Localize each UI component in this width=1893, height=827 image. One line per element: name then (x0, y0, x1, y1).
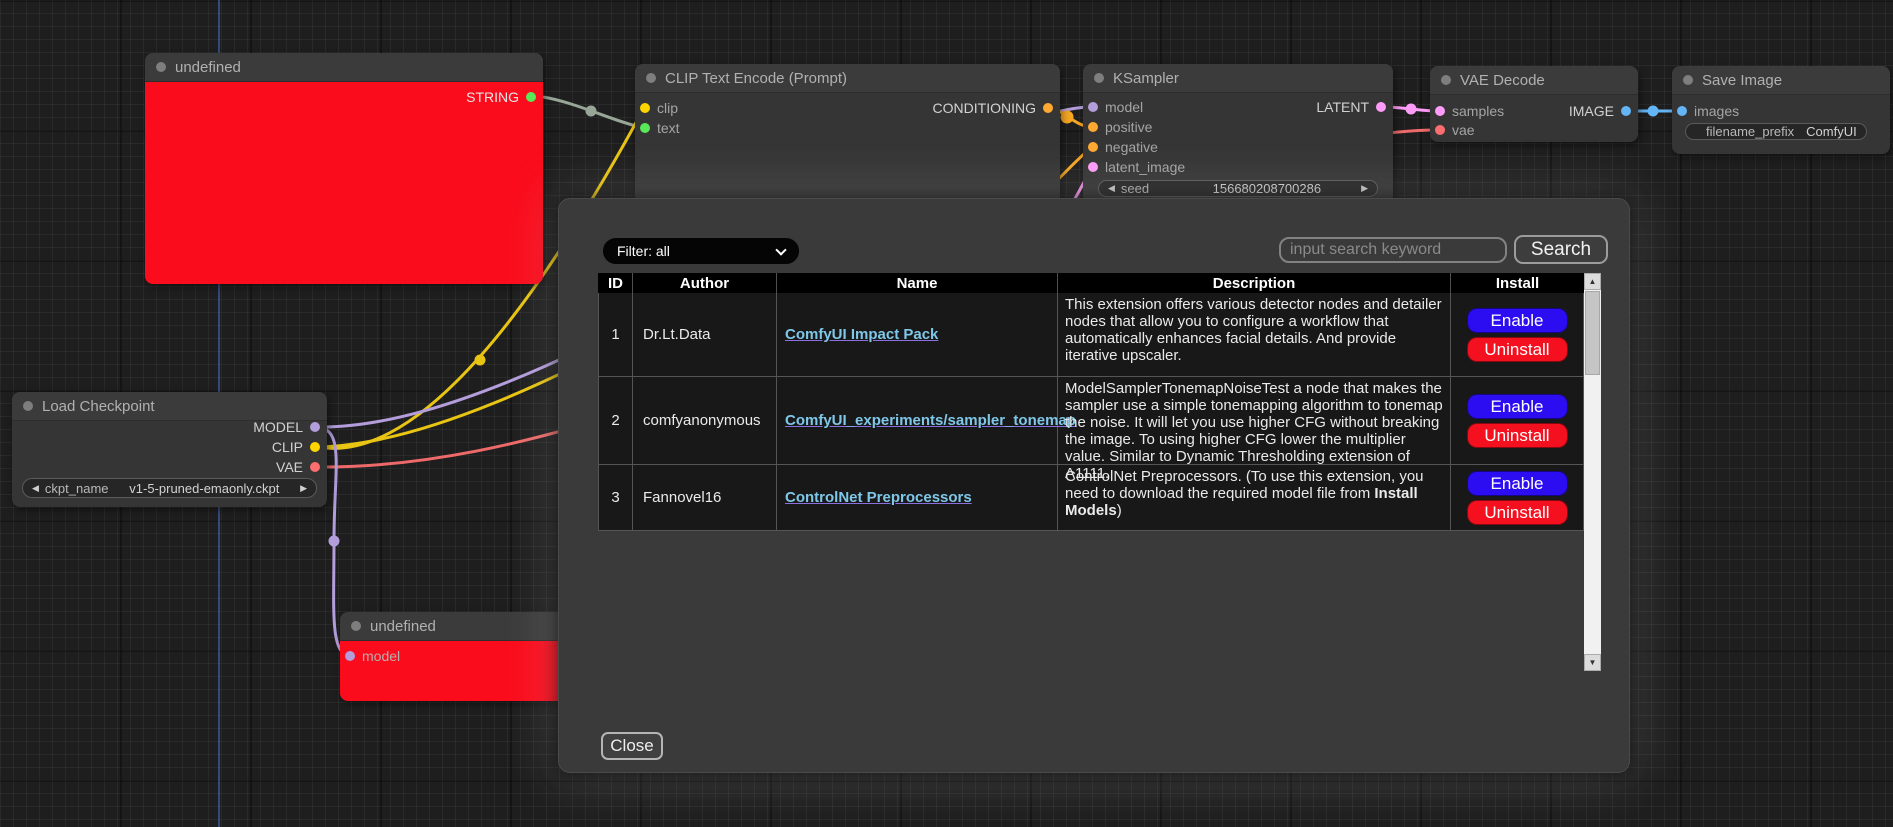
vae-input-port[interactable] (1435, 125, 1445, 135)
close-button[interactable]: Close (601, 732, 663, 760)
negative-input-port[interactable] (1088, 142, 1098, 152)
search-input[interactable] (1279, 237, 1507, 263)
comfyui-app: undefined STRING CLIP Text Encode (Promp… (0, 0, 1893, 827)
node-ksampler[interactable]: KSampler model positive negative latent_… (1083, 64, 1393, 204)
decrement-arrow-icon[interactable]: ◀ (1108, 183, 1115, 194)
clip-input-port[interactable] (640, 103, 650, 113)
enable-button[interactable]: Enable (1467, 394, 1568, 419)
model-input-port[interactable] (345, 651, 355, 661)
node-save-image[interactable]: Save Image images filename_prefix ComfyU… (1672, 66, 1890, 154)
increment-arrow-icon[interactable]: ▶ (300, 483, 307, 494)
increment-arrow-icon[interactable]: ▶ (1361, 183, 1368, 194)
node-title-bar[interactable]: VAE Decode (1430, 66, 1638, 95)
node-error-body: STRING (145, 82, 543, 284)
header-install: Install (1451, 273, 1584, 293)
node-undefined-top[interactable]: undefined STRING (145, 53, 543, 284)
cell-id: 1 (598, 293, 633, 376)
wire-clip-midpoint-dot (475, 355, 486, 366)
table-header-row: ID Author Name Description Install (598, 273, 1601, 293)
node-load-checkpoint[interactable]: Load Checkpoint MODEL CLIP VAE ◀ ckpt_na… (12, 392, 327, 507)
cell-id: 3 (598, 465, 633, 530)
scroll-up-icon[interactable]: ▲ (1584, 273, 1601, 290)
scroll-down-icon[interactable]: ▼ (1584, 654, 1601, 671)
extension-link[interactable]: ControlNet Preprocessors (785, 489, 972, 506)
collapse-dot-icon[interactable] (156, 62, 166, 72)
clip-output-port[interactable] (310, 442, 320, 452)
node-title-bar[interactable]: Load Checkpoint (12, 392, 327, 421)
node-vae-decode[interactable]: VAE Decode samples vae IMAGE (1430, 66, 1638, 142)
filename-prefix-widget[interactable]: filename_prefix ComfyUI (1685, 123, 1867, 140)
filter-select[interactable]: Filter: all (603, 238, 799, 264)
cell-author: Fannovel16 (633, 465, 777, 530)
extension-link[interactable]: ComfyUI_experiments/sampler_tonemap (785, 412, 1076, 429)
cell-description: ControlNet Preprocessors. (To use this e… (1058, 465, 1451, 530)
extension-table: ID Author Name Description Install 1 Dr.… (598, 273, 1601, 531)
seed-widget[interactable]: ◀ seed 156680208700286 ▶ (1098, 180, 1378, 197)
extension-link[interactable]: ComfyUI Impact Pack (785, 326, 938, 343)
table-row: 3 Fannovel16 ControlNet Preprocessors Co… (598, 465, 1601, 531)
enable-button[interactable]: Enable (1467, 471, 1568, 496)
positive-input-port[interactable] (1088, 122, 1098, 132)
image-output-port[interactable] (1621, 106, 1631, 116)
header-description: Description (1058, 273, 1451, 293)
scrollbar-thumb[interactable] (1585, 291, 1600, 375)
enable-button[interactable]: Enable (1467, 308, 1568, 333)
cell-description: This extension offers various detector n… (1058, 293, 1451, 376)
latent-output-port[interactable] (1376, 102, 1386, 112)
wire-string-to-text (543, 97, 644, 128)
table-scrollbar[interactable]: ▲ ▼ (1584, 273, 1601, 671)
node-title-bar[interactable]: KSampler (1083, 64, 1393, 93)
uninstall-button[interactable]: Uninstall (1467, 423, 1568, 448)
collapse-dot-icon[interactable] (1094, 73, 1104, 83)
conditioning-output-port[interactable] (1043, 103, 1053, 113)
table-row: 2 comfyanonymous ComfyUI_experiments/sam… (598, 377, 1601, 465)
cell-description: ModelSamplerTonemapNoiseTest a node that… (1058, 377, 1451, 464)
vae-output-port[interactable] (310, 462, 320, 472)
collapse-dot-icon[interactable] (646, 73, 656, 83)
filename-prefix-value[interactable]: ComfyUI (1806, 124, 1857, 139)
node-clip-text-encode[interactable]: CLIP Text Encode (Prompt) clip text COND… (635, 64, 1060, 204)
node-title-bar[interactable]: undefined (145, 53, 543, 82)
header-id: ID (598, 273, 633, 293)
seed-value[interactable]: 156680208700286 (1213, 181, 1321, 196)
node-title-bar[interactable]: CLIP Text Encode (Prompt) (635, 64, 1060, 93)
cell-author: Dr.Lt.Data (633, 293, 777, 376)
wire-conditioning-midpoint-dot (1061, 111, 1074, 124)
images-input-port[interactable] (1677, 106, 1687, 116)
uninstall-button[interactable]: Uninstall (1467, 500, 1568, 525)
samples-input-port[interactable] (1435, 106, 1445, 116)
wire-image-midpoint-dot (1648, 106, 1659, 117)
collapse-dot-icon[interactable] (23, 401, 33, 411)
latent-image-input-port[interactable] (1088, 162, 1098, 172)
table-row: 1 Dr.Lt.Data ComfyUI Impact Pack This ex… (598, 293, 1601, 377)
collapse-dot-icon[interactable] (1683, 75, 1693, 85)
header-name: Name (777, 273, 1058, 293)
wire-model-midpoint-dot (329, 536, 340, 547)
wire-latent-midpoint-dot (1406, 104, 1417, 115)
uninstall-button[interactable]: Uninstall (1467, 337, 1568, 362)
search-button[interactable]: Search (1514, 235, 1608, 264)
cell-id: 2 (598, 377, 633, 464)
collapse-dot-icon[interactable] (1441, 75, 1451, 85)
model-output-port[interactable] (310, 422, 320, 432)
decrement-arrow-icon[interactable]: ◀ (32, 483, 39, 494)
ckpt-name-widget[interactable]: ◀ ckpt_name v1-5-pruned-emaonly.ckpt ▶ (22, 478, 317, 498)
ckpt-name-value[interactable]: v1-5-pruned-emaonly.ckpt (129, 481, 279, 496)
header-author: Author (633, 273, 777, 293)
cell-author: comfyanonymous (633, 377, 777, 464)
node-title-bar[interactable]: Save Image (1672, 66, 1890, 95)
collapse-dot-icon[interactable] (351, 621, 361, 631)
wire-string-midpoint-dot (586, 106, 597, 117)
model-input-port[interactable] (1088, 102, 1098, 112)
string-output-port[interactable] (526, 92, 536, 102)
text-input-port[interactable] (640, 123, 650, 133)
extension-manager-dialog: Filter: all Search ID Author Name Descri… (558, 198, 1630, 773)
